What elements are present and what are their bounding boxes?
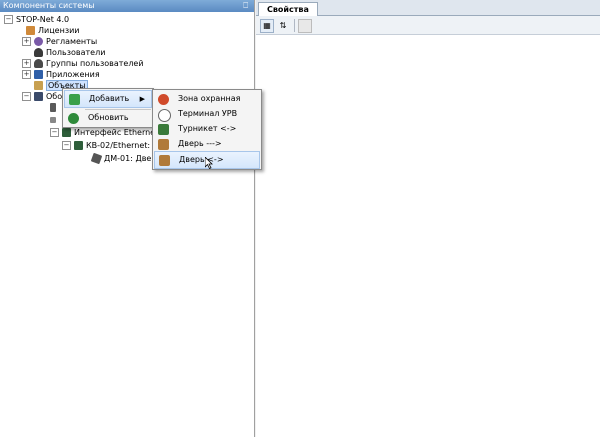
tree-node-licenses[interactable]: Лицензии — [26, 25, 79, 36]
submenu-item-terminal[interactable]: Терминал УРВ — [154, 106, 260, 122]
tree-label: КВ-02/Ethernet: — [86, 141, 151, 150]
submenu-item-door-one-way[interactable]: Дверь ---> — [154, 136, 260, 152]
turnstile-icon — [158, 124, 169, 135]
door-module-icon — [90, 152, 103, 165]
tree-label: Интерфейс Ethernet — [74, 128, 159, 137]
tree-node-dm01[interactable]: ДМ-01: Двер — [90, 152, 157, 165]
system-components-panel: Компоненты системы ⎕ − STOP-Net 4.0 Лицен… — [0, 0, 255, 437]
tree-node-equipment[interactable]: − Обо — [22, 91, 62, 102]
controller-icon — [74, 141, 83, 150]
user-group-icon — [34, 59, 43, 68]
property-pages-icon[interactable] — [298, 19, 312, 33]
house-icon — [34, 81, 43, 90]
server-icon — [50, 103, 56, 112]
collapse-icon[interactable]: − — [50, 128, 59, 137]
pin-icon[interactable]: ⎕ — [243, 0, 248, 12]
tree-node-users[interactable]: Пользователи — [34, 47, 105, 58]
tree-label: Пользователи — [46, 48, 106, 57]
device-icon — [50, 116, 56, 123]
refresh-icon — [68, 113, 79, 124]
license-icon — [26, 26, 35, 35]
tree-node-root[interactable]: − STOP-Net 4.0 — [4, 14, 69, 25]
tree-label: Обо — [46, 92, 63, 101]
submenu-item-turnstile[interactable]: Турникет <-> — [154, 121, 260, 137]
tab-bar: Свойства — [256, 0, 600, 16]
toolbar-separator — [294, 19, 295, 32]
expand-icon[interactable]: + — [22, 59, 31, 68]
collapse-icon[interactable]: − — [62, 141, 71, 150]
tree-label: Приложения — [46, 70, 100, 79]
door-icon — [158, 139, 169, 150]
add-icon — [69, 94, 80, 105]
guard-zone-icon — [158, 94, 169, 105]
user-icon — [34, 48, 43, 57]
door-two-way-icon — [159, 155, 170, 166]
tree-label: Регламенты — [46, 37, 98, 46]
component-tree: − STOP-Net 4.0 Лицензии + Регламенты Польз… — [0, 13, 254, 437]
sort-az-icon[interactable]: ⇅ — [276, 19, 290, 33]
tree-label: Группы пользователей — [46, 59, 144, 68]
submenu-arrow-icon: ▶ — [139, 95, 145, 103]
tab-properties[interactable]: Свойства — [258, 2, 318, 16]
tree-node-sub[interactable] — [50, 114, 59, 125]
panel-title: Компоненты системы — [3, 1, 95, 10]
ethernet-icon — [62, 128, 71, 137]
tree-label: ДМ-01: Двер — [104, 154, 157, 163]
menu-item-refresh[interactable]: Обновить — [64, 110, 152, 126]
mouse-cursor-icon — [205, 157, 213, 169]
tree-label: Лицензии — [38, 26, 80, 35]
tree-node-kv02[interactable]: − КВ-02/Ethernet: — [62, 140, 150, 151]
expand-icon[interactable]: + — [22, 70, 31, 79]
application-icon — [34, 70, 43, 79]
panel-header: Компоненты системы ⎕ — [0, 0, 254, 12]
collapse-icon[interactable]: − — [4, 15, 13, 24]
categorized-icon[interactable]: ▦ — [260, 19, 274, 33]
tree-node-ethernet[interactable]: − Интерфейс Ethernet — [50, 127, 158, 138]
regulations-icon — [34, 37, 43, 46]
tree-node-applications[interactable]: + Приложения — [22, 69, 100, 80]
expand-icon[interactable]: + — [22, 37, 31, 46]
tree-node-regulations[interactable]: + Регламенты — [22, 36, 97, 47]
tree-label: STOP-Net 4.0 — [16, 15, 70, 24]
properties-toolbar: ▦ ⇅ — [256, 16, 600, 35]
collapse-icon[interactable]: − — [22, 92, 31, 101]
properties-panel: Свойства ▦ ⇅ — [256, 0, 600, 437]
context-menu: Добавить ▶ Обновить — [62, 88, 154, 128]
equipment-icon — [34, 92, 43, 101]
submenu-item-guard-zone[interactable]: Зона охранная — [154, 91, 260, 107]
tree-node-server[interactable] — [50, 102, 59, 113]
menu-item-add[interactable]: Добавить ▶ — [64, 90, 152, 108]
tree-node-user-groups[interactable]: + Группы пользователей — [22, 58, 144, 69]
